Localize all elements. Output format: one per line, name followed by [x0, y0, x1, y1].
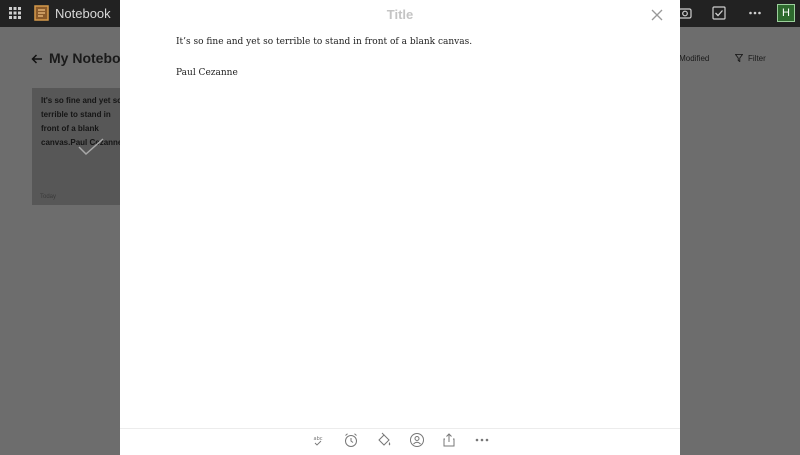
filter-button[interactable]: Filter: [748, 54, 766, 63]
format-text-icon: abc: [314, 436, 323, 446]
camera-icon[interactable]: [678, 6, 692, 20]
color-fill-icon: [378, 432, 391, 446]
checkmark-icon: [78, 138, 104, 156]
checkbox-icon[interactable]: [712, 6, 726, 20]
share-with-person-button[interactable]: [409, 432, 425, 448]
format-text-button[interactable]: abc: [310, 432, 326, 448]
svg-text:abc: abc: [314, 436, 323, 442]
app-name: Notebook: [55, 6, 111, 21]
back-arrow-icon[interactable]: [31, 53, 43, 65]
note-signature-text: Paul Cezanne: [176, 68, 238, 78]
filter-icon[interactable]: [735, 54, 743, 62]
note-body-editor[interactable]: It’s so fine and yet so terrible to stan…: [176, 37, 636, 78]
more-icon: [475, 438, 489, 442]
note-card-date: Today: [40, 194, 57, 200]
note-editor-modal: Title It’s so fine and yet so terrible t…: [120, 0, 680, 455]
share-person-icon: [410, 433, 424, 447]
avatar[interactable]: H: [777, 4, 795, 22]
more-options-icon[interactable]: [748, 6, 762, 20]
notebook-logo-icon: [34, 5, 49, 21]
color-fill-button[interactable]: [376, 432, 392, 448]
alarm-icon: [345, 433, 357, 447]
note-title-input[interactable]: Title: [120, 7, 680, 22]
export-button[interactable]: [441, 432, 457, 448]
export-icon: [443, 433, 455, 447]
note-body-text: It’s so fine and yet so terrible to stan…: [176, 37, 473, 47]
close-icon[interactable]: [650, 8, 664, 22]
app-grid-icon[interactable]: [9, 7, 21, 19]
toolbar-divider: [120, 428, 680, 429]
more-actions-button[interactable]: [474, 432, 490, 448]
reminder-button[interactable]: [343, 432, 359, 448]
